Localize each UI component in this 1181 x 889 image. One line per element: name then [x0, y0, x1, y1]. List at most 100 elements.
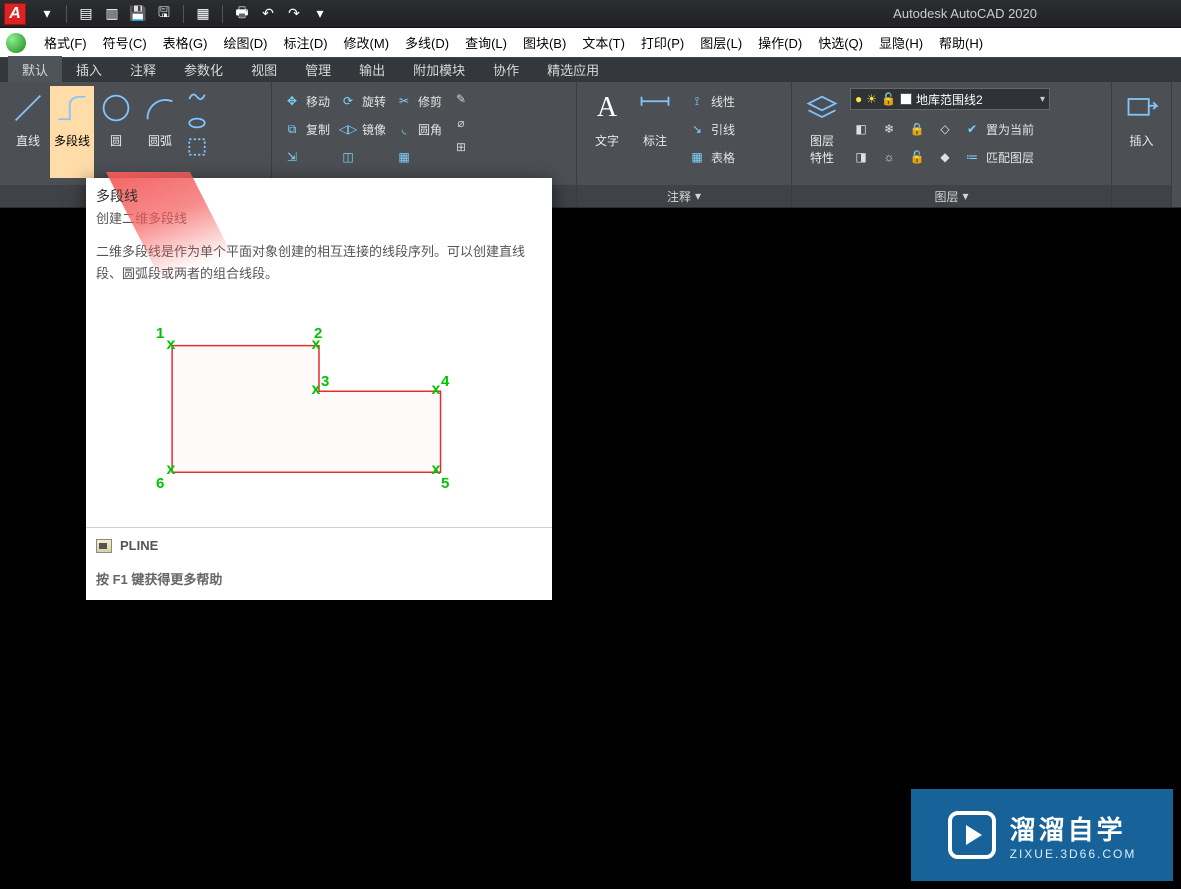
- move-icon: ✥: [282, 91, 302, 111]
- save-icon[interactable]: 💾: [127, 3, 149, 25]
- explode-icon[interactable]: ⌀: [450, 112, 472, 134]
- layer-name: 地库范围线2: [916, 91, 983, 108]
- panel-annotation-title[interactable]: 注释▾: [577, 185, 791, 207]
- menu-format[interactable]: 格式(F): [36, 33, 95, 52]
- panel-annotation: A 文字 标注 ⟟线性 ↘引线 ▦表格 注释▾: [577, 82, 792, 207]
- plot-icon[interactable]: ▦: [192, 3, 214, 25]
- qat-dropdown-icon[interactable]: ▾: [36, 3, 58, 25]
- tool-text[interactable]: A 文字: [583, 86, 631, 178]
- tooltip-command-row: PLINE: [86, 527, 552, 563]
- tool-arc[interactable]: 圆弧: [138, 86, 182, 178]
- tab-collab[interactable]: 协作: [479, 56, 533, 82]
- menu-action[interactable]: 操作(D): [750, 33, 810, 52]
- menu-query[interactable]: 查询(L): [457, 33, 515, 52]
- menu-modify[interactable]: 修改(M): [336, 33, 398, 52]
- globe-icon[interactable]: [6, 33, 26, 53]
- menu-text[interactable]: 文本(T): [574, 33, 633, 52]
- command-icon: [96, 539, 112, 553]
- text-icon: A: [589, 90, 625, 126]
- tool-move[interactable]: ✥移动: [278, 88, 334, 114]
- tab-addins[interactable]: 附加模块: [399, 56, 479, 82]
- tool-dim[interactable]: 标注: [631, 86, 679, 178]
- tab-view[interactable]: 视图: [237, 56, 291, 82]
- menu-help[interactable]: 帮助(H): [931, 33, 991, 52]
- offset-icon[interactable]: ⊞: [450, 136, 472, 158]
- open-file-icon[interactable]: ▥: [101, 3, 123, 25]
- layer-unlock-icon[interactable]: 🔓: [906, 146, 928, 168]
- layer-match[interactable]: ≔匹配图层: [962, 144, 1034, 170]
- menu-draw[interactable]: 绘图(D): [215, 33, 275, 52]
- menu-table[interactable]: 表格(G): [155, 33, 216, 52]
- panel-layers-title[interactable]: 图层▾: [792, 185, 1111, 207]
- tab-insert[interactable]: 插入: [62, 56, 116, 82]
- layer-off-icon[interactable]: ◇: [934, 118, 956, 140]
- qat-more-icon[interactable]: ▾: [309, 3, 331, 25]
- app-logo: A: [4, 3, 26, 25]
- tool-copy[interactable]: ⧉复制: [278, 116, 334, 142]
- watermark-url: ZIXUE.3D66.COM: [1010, 847, 1137, 861]
- sun-icon: ☀: [866, 92, 877, 106]
- hatch-icon[interactable]: [186, 136, 208, 158]
- tooltip-command: PLINE: [120, 538, 158, 553]
- menu-dim[interactable]: 标注(D): [275, 33, 335, 52]
- tool-scale[interactable]: ◫: [334, 144, 390, 170]
- erase-icon[interactable]: ✎: [450, 88, 472, 110]
- layer-on-icon[interactable]: ◆: [934, 146, 956, 168]
- layer-set-current[interactable]: ✔置为当前: [962, 116, 1034, 142]
- tooltip-body: 二维多段线是作为单个平面对象创建的相互连接的线段序列。可以创建直线段、圆弧段或两…: [96, 244, 525, 281]
- saveall-icon[interactable]: 🖫: [153, 3, 175, 25]
- tool-circle[interactable]: 圆: [94, 86, 138, 178]
- tool-line[interactable]: 直线: [6, 86, 50, 178]
- insert-icon: [1124, 90, 1160, 126]
- menu-plot[interactable]: 打印(P): [633, 33, 692, 52]
- print-icon[interactable]: 🖶: [231, 3, 253, 25]
- tab-param[interactable]: 参数化: [170, 56, 237, 82]
- tab-featured[interactable]: 精选应用: [533, 56, 613, 82]
- pt6: 6: [156, 475, 164, 492]
- pt2: 2: [314, 325, 322, 342]
- tool-array[interactable]: ▦: [390, 144, 446, 170]
- pt3: 3: [321, 373, 329, 390]
- layer-color-swatch: [900, 93, 912, 105]
- tool-rotate[interactable]: ⟳旋转: [334, 88, 390, 114]
- ellipse-icon[interactable]: [186, 112, 208, 134]
- tool-fillet[interactable]: ◟圆角: [390, 116, 446, 142]
- layer-iso-icon[interactable]: ◧: [850, 118, 872, 140]
- new-file-icon[interactable]: ▤: [75, 3, 97, 25]
- tab-annotate[interactable]: 注释: [116, 56, 170, 82]
- dim-icon: [637, 90, 673, 126]
- tool-mirror[interactable]: ◁▷镜像: [334, 116, 390, 142]
- tab-manage[interactable]: 管理: [291, 56, 345, 82]
- layer-lock-icon[interactable]: 🔒: [906, 118, 928, 140]
- menu-symbol[interactable]: 符号(C): [95, 33, 155, 52]
- menu-qselect[interactable]: 快选(Q): [810, 33, 871, 52]
- tab-output[interactable]: 输出: [345, 56, 399, 82]
- menu-hide[interactable]: 显隐(H): [871, 33, 931, 52]
- stretch-icon: ⇲: [282, 147, 302, 167]
- tool-trim[interactable]: ✂修剪: [390, 88, 446, 114]
- tool-polyline[interactable]: 多段线: [50, 86, 94, 178]
- tab-default[interactable]: 默认: [8, 56, 62, 82]
- tool-insert[interactable]: 插入: [1118, 86, 1165, 178]
- table-icon: ▦: [687, 147, 707, 167]
- polyline-icon: [54, 90, 90, 126]
- layer-uniso-icon[interactable]: ◨: [850, 146, 872, 168]
- tool-linetype[interactable]: ⟟线性: [683, 88, 739, 114]
- menu-layer[interactable]: 图层(L): [692, 33, 750, 52]
- layer-dropdown[interactable]: ● ☀ 🔓 地库范围线2 ▾: [850, 88, 1050, 110]
- watermark-zixue: 溜溜自学 ZIXUE.3D66.COM: [911, 789, 1173, 881]
- redo-icon[interactable]: ↷: [283, 3, 305, 25]
- menu-mline[interactable]: 多线(D): [397, 33, 457, 52]
- rotate-icon: ⟳: [338, 91, 358, 111]
- tool-leader[interactable]: ↘引线: [683, 116, 739, 142]
- layer-thaw-icon[interactable]: ☼: [878, 146, 900, 168]
- tool-table[interactable]: ▦表格: [683, 144, 739, 170]
- leader-icon: ↘: [687, 119, 707, 139]
- trim-icon: ✂: [394, 91, 414, 111]
- tool-stretch[interactable]: ⇲: [278, 144, 334, 170]
- menu-block[interactable]: 图块(B): [515, 33, 574, 52]
- layer-freeze-icon[interactable]: ❄: [878, 118, 900, 140]
- tool-layer-props[interactable]: 图层 特性: [798, 86, 846, 178]
- undo-icon[interactable]: ↶: [257, 3, 279, 25]
- rect-icon[interactable]: [186, 88, 208, 110]
